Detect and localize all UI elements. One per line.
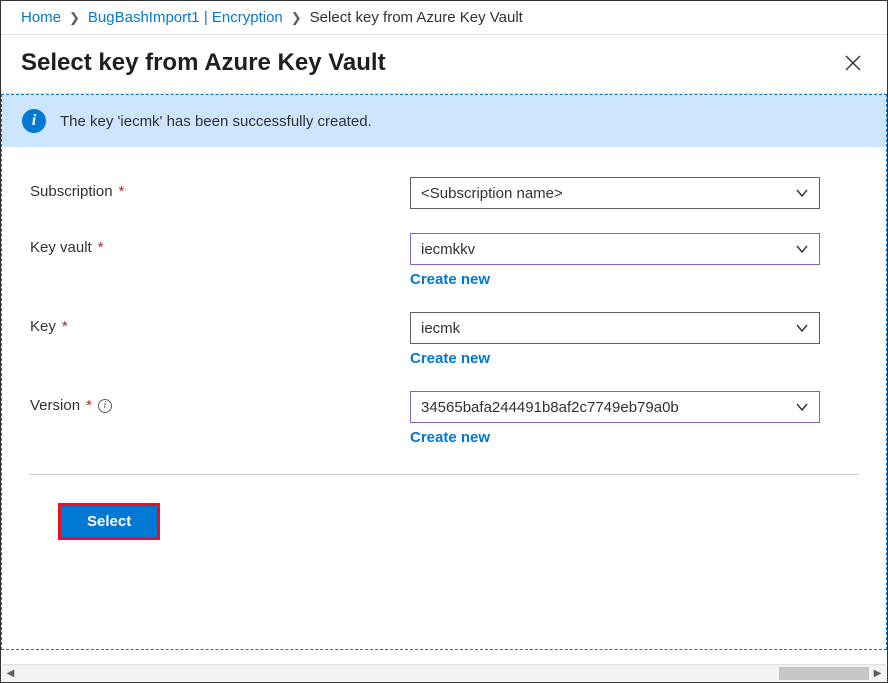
required-asterisk: * [98,239,104,256]
chevron-down-icon [795,242,809,256]
horizontal-scrollbar[interactable]: ◀ ▶ [2,664,886,681]
required-asterisk: * [62,318,68,335]
subscription-dropdown[interactable]: <Subscription name> [410,177,820,209]
key-create-new-link[interactable]: Create new [410,350,490,367]
subscription-label: Subscription* [30,177,410,200]
keyvault-dropdown[interactable]: iecmkkv [410,233,820,265]
scrollbar-track[interactable] [19,665,869,681]
breadcrumb-parent[interactable]: BugBashImport1 | Encryption [88,9,283,26]
key-dropdown[interactable]: iecmk [410,312,820,344]
panel-header: Select key from Azure Key Vault [1,35,887,94]
info-hint-icon[interactable]: i [98,399,112,413]
chevron-down-icon [795,321,809,335]
breadcrumb-current: Select key from Azure Key Vault [310,9,523,26]
footer: Select [30,475,858,568]
chevron-down-icon [795,186,809,200]
keyvault-label: Key vault* [30,233,410,256]
required-asterisk: * [86,397,92,414]
version-value: 34565bafa244491b8af2c7749eb79a0b [421,399,679,416]
keyvault-value: iecmkkv [421,241,475,258]
info-icon: i [22,109,46,133]
key-label: Key* [30,312,410,335]
close-icon [845,55,861,71]
subscription-value: <Subscription name> [421,185,563,202]
keyvault-create-new-link[interactable]: Create new [410,271,490,288]
scroll-right-arrow[interactable]: ▶ [869,668,886,679]
key-value: iecmk [421,320,460,337]
scrollbar-thumb[interactable] [779,667,869,680]
breadcrumb-home[interactable]: Home [21,9,61,26]
required-asterisk: * [119,183,125,200]
version-label: Version* i [30,391,410,414]
close-button[interactable] [839,49,867,77]
scroll-left-arrow[interactable]: ◀ [2,668,19,679]
breadcrumb: Home ❯ BugBashImport1 | Encryption ❯ Sel… [1,1,887,35]
select-button[interactable]: Select [58,503,160,540]
version-create-new-link[interactable]: Create new [410,429,490,446]
notification-text: The key 'iecmk' has been successfully cr… [60,113,372,130]
version-dropdown[interactable]: 34565bafa244491b8af2c7749eb79a0b [410,391,820,423]
chevron-right-icon: ❯ [291,10,302,26]
form: Subscription* <Subscription name> Key va… [2,147,886,568]
main-panel: i The key 'iecmk' has been successfully … [1,94,887,650]
page-title: Select key from Azure Key Vault [21,49,386,77]
chevron-right-icon: ❯ [69,10,80,26]
success-notification: i The key 'iecmk' has been successfully … [2,95,886,147]
chevron-down-icon [795,400,809,414]
